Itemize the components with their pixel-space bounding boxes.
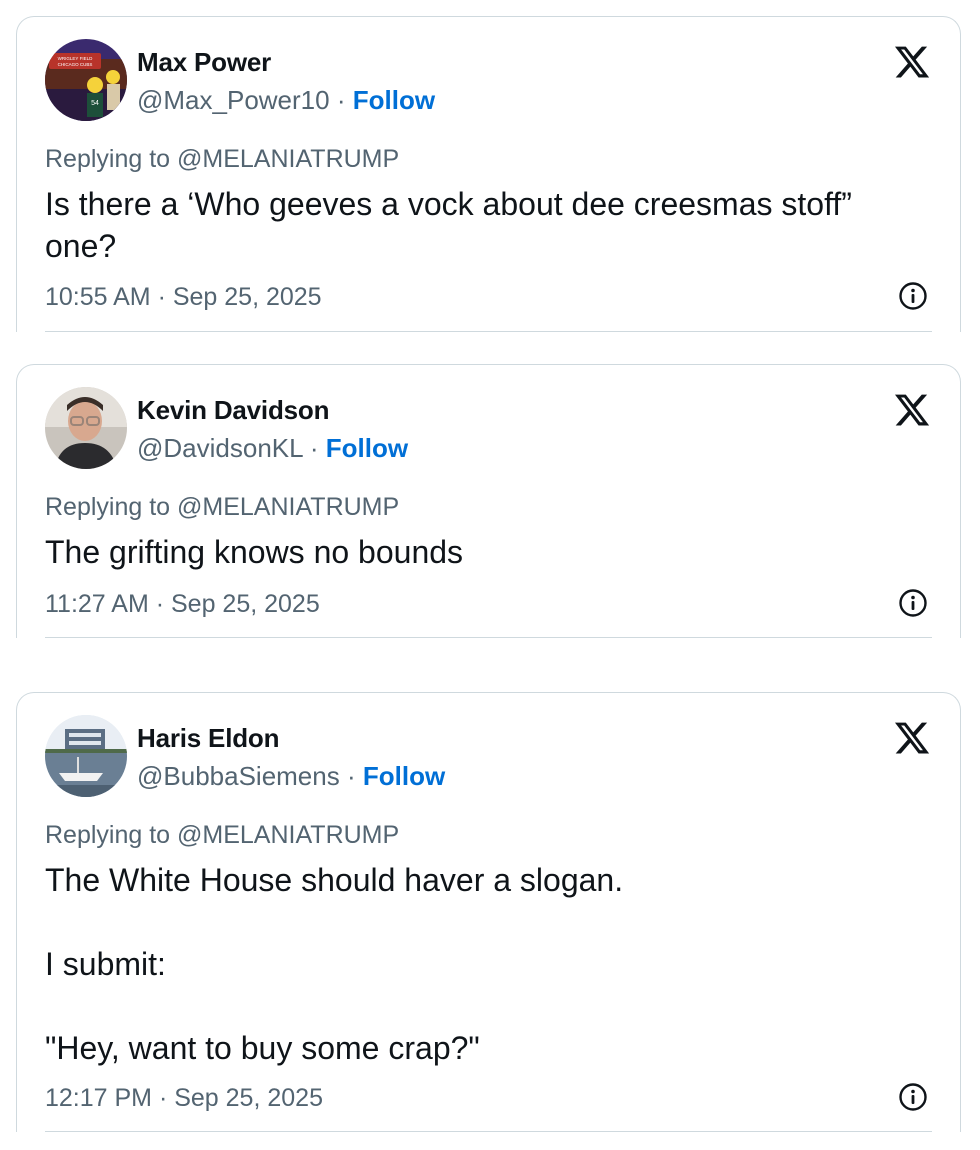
avatar[interactable] [45, 715, 127, 797]
replying-to[interactable]: Replying to @MELANIATRUMP [45, 821, 399, 850]
info-icon[interactable] [898, 1082, 928, 1112]
follow-button[interactable]: Follow [353, 85, 435, 115]
separator-dot: · [346, 761, 356, 791]
divider [45, 330, 932, 332]
author-name[interactable]: Max Power [137, 47, 271, 78]
separator-dot: · [336, 85, 346, 115]
follow-button[interactable]: Follow [363, 761, 445, 791]
tweet-card: WRIGLEY FIELD CHICAGO CUBS 54 Max Power … [16, 16, 961, 332]
divider [45, 636, 932, 638]
handle-row: @BubbaSiemens · Follow [137, 761, 445, 792]
timestamp[interactable]: 11:27 AM · Sep 25, 2025 [45, 590, 320, 619]
handle-row: @Max_Power10 · Follow [137, 85, 435, 116]
author-handle[interactable]: @Max_Power10 [137, 85, 330, 115]
avatar-cartoon-icon: WRIGLEY FIELD CHICAGO CUBS 54 [45, 39, 127, 121]
author-handle[interactable]: @BubbaSiemens [137, 761, 340, 791]
separator-dot: · [309, 433, 319, 463]
author-name[interactable]: Kevin Davidson [137, 395, 329, 426]
x-logo-icon[interactable] [892, 719, 932, 757]
follow-button[interactable]: Follow [326, 433, 408, 463]
tweet-text: The White House should haver a slogan. I… [45, 862, 624, 1066]
divider [45, 1130, 932, 1132]
author-name[interactable]: Haris Eldon [137, 723, 279, 754]
avatar[interactable]: WRIGLEY FIELD CHICAGO CUBS 54 [45, 39, 127, 121]
tweet-text: The grifting knows no bounds [45, 534, 464, 570]
info-icon[interactable] [898, 588, 928, 618]
avatar-boat-icon [45, 715, 127, 797]
info-icon[interactable] [898, 281, 928, 311]
avatar[interactable] [45, 387, 127, 469]
tweet-text: Is there a ‘Who geeves a vock about dee … [45, 186, 861, 264]
handle-row: @DavidsonKL · Follow [137, 433, 408, 464]
tweet-card: Haris Eldon @BubbaSiemens · Follow Reply… [16, 692, 961, 1132]
x-logo-icon[interactable] [892, 391, 932, 429]
svg-text:CHICAGO CUBS: CHICAGO CUBS [58, 62, 93, 67]
timestamp[interactable]: 12:17 PM · Sep 25, 2025 [45, 1084, 323, 1113]
avatar-jersey-number: 54 [91, 100, 99, 107]
author-handle[interactable]: @DavidsonKL [137, 433, 303, 463]
avatar-sign-text: WRIGLEY FIELD [58, 56, 93, 61]
replying-to[interactable]: Replying to @MELANIATRUMP [45, 145, 399, 174]
avatar-photo-icon [45, 387, 127, 469]
tweet-card: Kevin Davidson @DavidsonKL · Follow Repl… [16, 364, 961, 638]
replying-to[interactable]: Replying to @MELANIATRUMP [45, 493, 399, 522]
timestamp[interactable]: 10:55 AM · Sep 25, 2025 [45, 283, 322, 312]
x-logo-icon[interactable] [892, 43, 932, 81]
